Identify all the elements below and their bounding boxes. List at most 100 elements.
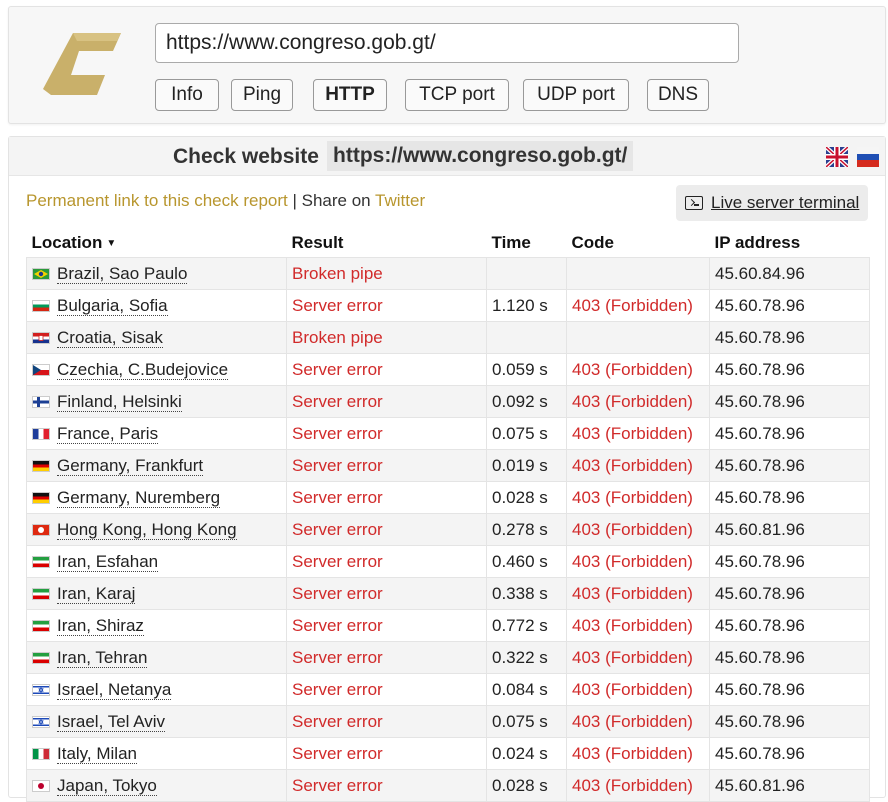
time-cell: 0.019 s — [486, 449, 567, 482]
location-cell: Japan, Tokyo — [26, 769, 287, 802]
table-row: Germany, Nuremberg Server error 0.028 s 403… — [26, 481, 870, 514]
tab-tcp-port[interactable]: TCP port — [405, 79, 509, 111]
header-location[interactable]: Location ▼ — [27, 229, 287, 258]
location-link[interactable]: Brazil, Sao Paulo — [57, 263, 188, 284]
location-link[interactable]: Iran, Tehran — [57, 647, 148, 668]
code-cell: 403 (Forbidden) — [566, 513, 710, 546]
time-cell: 0.460 s — [486, 545, 567, 578]
permanent-link[interactable]: Permanent link to this check report — [26, 191, 288, 210]
ip-cell: 45.60.81.96 — [709, 513, 870, 546]
result-cell: Broken pipe — [286, 321, 487, 354]
ip-cell: 45.60.78.96 — [709, 289, 870, 322]
table-row: Croatia, Sisak Broken pipe 45.60.78.96 — [26, 321, 870, 354]
tab-ping[interactable]: Ping — [231, 79, 293, 111]
code-cell: 403 (Forbidden) — [566, 609, 710, 642]
header-time[interactable]: Time — [487, 229, 567, 258]
time-cell: 0.084 s — [486, 673, 567, 706]
hk-flag-icon — [32, 523, 50, 536]
location-link[interactable]: Iran, Karaj — [57, 583, 136, 604]
fr-flag-icon — [32, 427, 50, 440]
ip-cell: 45.60.78.96 — [709, 545, 870, 578]
tab-info[interactable]: Info — [155, 79, 219, 111]
header-ip-address[interactable]: IP address — [710, 229, 870, 258]
location-link[interactable]: Czechia, C.Budejovice — [57, 359, 229, 380]
result-cell: Server error — [286, 769, 487, 802]
code-cell: 403 (Forbidden) — [566, 641, 710, 674]
ip-cell: 45.60.78.96 — [709, 705, 870, 738]
location-cell: Germany, Nuremberg — [26, 481, 287, 514]
ir-flag-icon — [32, 587, 50, 600]
cz-flag-icon — [32, 363, 50, 376]
location-link[interactable]: Israel, Netanya — [57, 679, 172, 700]
tab-udp-port[interactable]: UDP port — [523, 79, 629, 111]
tab-http[interactable]: HTTP — [313, 79, 387, 111]
location-link[interactable]: France, Paris — [57, 423, 159, 444]
result-cell: Server error — [286, 545, 487, 578]
it-flag-icon — [32, 747, 50, 760]
time-cell: 0.028 s — [486, 481, 567, 514]
time-cell: 0.075 s — [486, 705, 567, 738]
location-link[interactable]: Japan, Tokyo — [57, 775, 157, 796]
de-flag-icon — [32, 491, 50, 504]
result-cell: Server error — [286, 673, 487, 706]
live-server-terminal-button[interactable]: Live server terminal — [676, 185, 868, 221]
terminal-label: Live server terminal — [711, 193, 860, 212]
de-flag-icon — [32, 459, 50, 472]
table-row: Czechia, C.Budejovice Server error 0.059 s… — [26, 353, 870, 386]
sort-desc-icon: ▼ — [106, 238, 117, 249]
twitter-link[interactable]: Twitter — [375, 191, 425, 210]
russian-flag-icon[interactable] — [857, 147, 879, 167]
location-cell: Bulgaria, Sofia — [26, 289, 287, 322]
time-cell: 0.028 s — [486, 769, 567, 802]
location-cell: Italy, Milan — [26, 737, 287, 770]
location-link[interactable]: Israel, Tel Aviv — [57, 711, 166, 732]
location-cell: Czechia, C.Budejovice — [26, 353, 287, 386]
check-website-label: Check website — [173, 145, 319, 168]
checked-url: https://www.congreso.gob.gt/ — [327, 141, 634, 171]
location-link[interactable]: Germany, Frankfurt — [57, 455, 204, 476]
top-toolbar: Info Ping HTTP TCP port UDP port DNS — [8, 6, 886, 124]
header-result[interactable]: Result — [287, 229, 487, 258]
link-separator: | — [292, 191, 297, 210]
code-cell: 403 (Forbidden) — [566, 417, 710, 450]
location-link[interactable]: Germany, Nuremberg — [57, 487, 221, 508]
code-cell: 403 (Forbidden) — [566, 545, 710, 578]
table-row: Iran, Tehran Server error 0.322 s 403 (Forb… — [26, 641, 870, 674]
table-row: Iran, Karaj Server error 0.338 s 403 (Forbi… — [26, 577, 870, 610]
location-link[interactable]: Iran, Esfahan — [57, 551, 159, 572]
location-cell: Iran, Tehran — [26, 641, 287, 674]
location-link[interactable]: Bulgaria, Sofia — [57, 295, 168, 316]
tab-dns[interactable]: DNS — [647, 79, 709, 111]
ip-cell: 45.60.84.96 — [709, 257, 870, 290]
ip-cell: 45.60.78.96 — [709, 641, 870, 674]
result-cell: Server error — [286, 481, 487, 514]
location-link[interactable]: Finland, Helsinki — [57, 391, 182, 412]
result-cell: Server error — [286, 513, 487, 546]
result-cell: Server error — [286, 705, 487, 738]
location-cell: France, Paris — [26, 417, 287, 450]
results-table: Location ▼ Result Time Code IP address Br… — [26, 229, 870, 802]
english-flag-icon[interactable] — [826, 147, 848, 167]
time-cell: 1.120 s — [486, 289, 567, 322]
ip-cell: 45.60.78.96 — [709, 737, 870, 770]
location-link[interactable]: Italy, Milan — [57, 743, 137, 764]
location-cell: Brazil, Sao Paulo — [26, 257, 287, 290]
result-cell: Server error — [286, 289, 487, 322]
results-panel: Check website https://www.congreso.gob.g… — [8, 136, 886, 802]
time-cell: 0.338 s — [486, 577, 567, 610]
logo-icon — [43, 33, 121, 95]
url-input[interactable] — [155, 23, 739, 63]
location-link[interactable]: Croatia, Sisak — [57, 327, 163, 348]
result-cell: Server error — [286, 385, 487, 418]
location-cell: Israel, Tel Aviv — [26, 705, 287, 738]
bg-flag-icon — [32, 299, 50, 312]
location-link[interactable]: Hong Kong, Hong Kong — [57, 519, 237, 540]
location-link[interactable]: Iran, Shiraz — [57, 615, 144, 636]
header-code[interactable]: Code — [567, 229, 710, 258]
time-cell: 0.092 s — [486, 385, 567, 418]
ir-flag-icon — [32, 555, 50, 568]
code-cell: 403 (Forbidden) — [566, 385, 710, 418]
ip-cell: 45.60.78.96 — [709, 417, 870, 450]
ip-cell: 45.60.78.96 — [709, 353, 870, 386]
ir-flag-icon — [32, 651, 50, 664]
